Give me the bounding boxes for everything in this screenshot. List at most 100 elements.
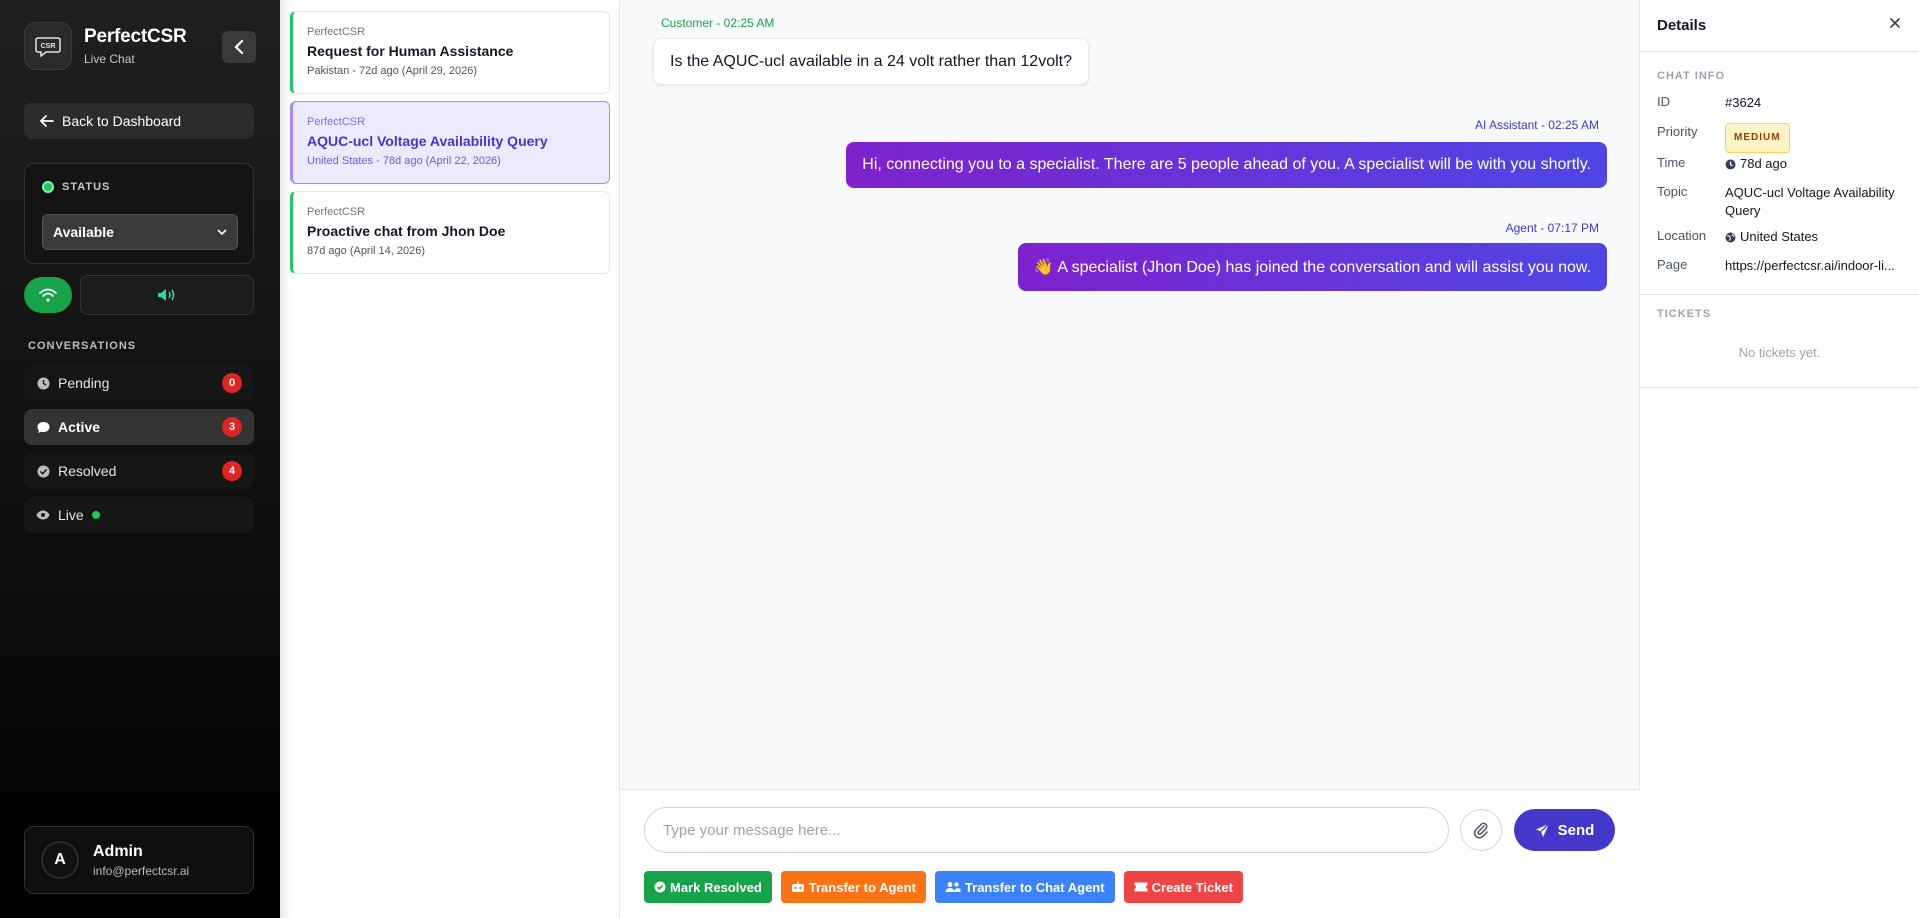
create-ticket-button[interactable]: Create Ticket [1123,871,1243,903]
detail-row-topic: Topic AQUC-ucl Voltage Availability Quer… [1657,184,1907,220]
user-email: info@perfectcsr.ai [93,863,190,878]
status-value: Available [53,224,114,240]
svg-text:CSR: CSR [41,43,56,50]
back-to-dashboard-button[interactable]: Back to Dashboard [24,103,254,139]
resolved-count-badge: 4 [222,461,242,481]
wifi-icon [39,288,57,302]
conversation-item[interactable]: PerfectCSR Proactive chat from Jhon Doe … [290,191,610,274]
transfer-to-agent-button[interactable]: Transfer to Agent [780,871,926,903]
paperclip-icon [1473,822,1488,839]
detail-label: Time [1657,155,1686,170]
message-bubble-agent: 👋 A specialist (Jhon Doe) has joined the… [1017,243,1607,291]
tickets-heading: TICKETS [1657,308,1712,320]
volume-icon [158,289,175,301]
page-link[interactable]: https://perfectcsr.ai/indoor-li... [1725,257,1907,275]
detail-label: Location [1657,228,1707,243]
nav-item-label: Active [58,419,101,435]
conversation-meta: Pakistan - 72d ago (April 29, 2026) [307,65,477,77]
detail-value: #3624 [1725,95,1762,110]
collapse-sidebar-button[interactable] [222,31,256,63]
conversation-meta: United States - 78d ago (April 22, 2026) [307,155,501,167]
conversation-list: PerfectCSR Request for Human Assistance … [280,0,620,918]
nav-item-pending[interactable]: Pending 0 [24,365,254,401]
status-label: STATUS [62,181,111,193]
live-indicator-dot [91,511,100,519]
action-label: Transfer to Agent [808,879,916,895]
detail-label: ID [1657,94,1670,109]
action-label: Create Ticket [1151,879,1233,895]
conversation-source: PerfectCSR [307,206,366,218]
message-sender-agent: Agent - 07:17 PM [1505,221,1599,235]
clock-icon [36,376,50,390]
chat-bubble-icon [36,420,50,434]
chevron-left-icon [234,40,244,54]
send-button[interactable]: Send [1514,809,1615,851]
details-title: Details [1657,17,1707,34]
conversation-source: PerfectCSR [307,116,366,128]
user-name: Admin [93,842,143,860]
detail-value: United States [1740,229,1819,244]
conversations-heading: CONVERSATIONS [28,340,137,352]
close-details-button[interactable] [1889,16,1901,34]
conversation-nav: Pending 0 Active 3 Resolved 4 Live [24,365,254,541]
ticket-icon [1134,882,1148,892]
connection-toggle[interactable] [24,277,72,313]
detail-row-time: Time 78d ago [1657,155,1907,173]
eye-icon [36,508,50,522]
brand-logo: CSR [24,22,72,70]
priority-badge: MEDIUM [1725,123,1790,153]
clock-icon [1725,159,1736,169]
detail-value: 78d ago [1740,156,1787,171]
pending-count-badge: 0 [222,373,242,393]
active-count-badge: 3 [222,417,242,437]
status-select[interactable]: Available [42,214,238,250]
globe-icon [1725,232,1736,242]
nav-item-label: Resolved [58,463,117,479]
nav-item-live[interactable]: Live [24,497,254,533]
close-icon [1890,18,1900,28]
message-bubble-ai: Hi, connecting you to a specialist. Ther… [846,142,1607,188]
check-circle-icon [654,881,666,893]
mark-resolved-button[interactable]: Mark Resolved [644,871,772,903]
detail-label: Topic [1657,184,1688,199]
paper-plane-icon [1535,823,1550,837]
detail-label: Priority [1657,124,1698,139]
conversation-title: AQUC-ucl Voltage Availability Query [307,133,548,149]
nav-item-active[interactable]: Active 3 [24,409,254,445]
conversation-item[interactable]: PerfectCSR Request for Human Assistance … [290,11,610,94]
message-sender-customer: Customer - 02:25 AM [661,16,775,30]
detail-label: Page [1657,257,1688,272]
sound-toggle[interactable] [80,275,254,315]
message-bubble-customer: Is the AQUC-ucl available in a 24 volt r… [653,38,1089,85]
message-input[interactable] [644,807,1449,853]
chat-panel: Customer - 02:25 AM Is the AQUC-ucl avai… [620,0,1640,918]
detail-row-location: Location United States [1657,228,1907,246]
conversation-title: Proactive chat from Jhon Doe [307,223,506,239]
chevron-down-icon [217,229,227,235]
transfer-to-chat-agent-button[interactable]: Transfer to Chat Agent [934,871,1115,903]
detail-row-page: Page https://perfectcsr.ai/indoor-li... [1657,257,1907,275]
action-bar: Mark Resolved Transfer to Agent Transfer… [644,871,1252,903]
nav-item-label: Pending [58,375,110,391]
chat-logo-icon: CSR [35,37,61,57]
detail-value: AQUC-ucl Voltage Availability Query [1725,185,1895,218]
brand-subtitle: Live Chat [84,52,135,66]
action-label: Mark Resolved [670,879,762,895]
user-card[interactable]: A Admin info@perfectcsr.ai [24,826,254,894]
details-panel: Details CHAT INFO ID #3624 Priority MEDI… [1640,0,1919,918]
action-label: Transfer to Chat Agent [964,879,1105,895]
brand-name: PerfectCSR [84,26,187,47]
attach-button[interactable] [1460,809,1502,851]
no-tickets-text: No tickets yet. [1738,345,1821,360]
brand: CSR PerfectCSR Live Chat [24,22,187,70]
nav-item-resolved[interactable]: Resolved 4 [24,453,254,489]
back-to-dashboard-label: Back to Dashboard [62,113,182,129]
users-icon [945,882,961,892]
arrow-left-icon [40,115,54,127]
nav-item-label: Live [58,507,84,523]
conversation-item-selected[interactable]: PerfectCSR AQUC-ucl Voltage Availability… [290,101,610,184]
sidebar: CSR PerfectCSR Live Chat Back to Dashboa… [0,0,280,918]
status-dot-icon [42,181,54,193]
conversation-source: PerfectCSR [307,26,366,38]
check-circle-icon [36,464,50,478]
